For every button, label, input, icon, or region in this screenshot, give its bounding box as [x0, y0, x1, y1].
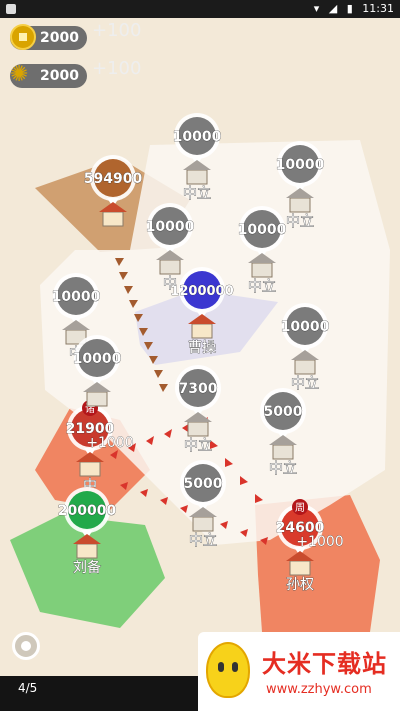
troop-bonus: +1000 — [296, 534, 343, 550]
city-label: 中立 — [291, 376, 319, 392]
food-counter: ✺ 2000 +100 — [10, 58, 141, 88]
egg-logo-icon — [206, 642, 250, 698]
wifi-icon: ▾ — [313, 2, 320, 15]
house-body — [187, 421, 209, 437]
house-body — [102, 211, 124, 227]
wheat-icon: ✺ — [10, 62, 29, 87]
house-body — [186, 169, 208, 185]
city-label: 曹操 — [188, 340, 216, 356]
menu-circle-button[interactable] — [12, 632, 40, 660]
house-body — [86, 391, 108, 407]
house-body — [191, 323, 213, 339]
troop-count: 10000 — [276, 157, 325, 173]
house-body — [272, 444, 294, 460]
city-label: 中立 — [183, 186, 211, 202]
lord-badge-char: 周 — [295, 502, 305, 514]
troop-count: 10000 — [173, 129, 222, 145]
city-label: 中立 — [286, 214, 314, 230]
troop-count: 5000 — [264, 404, 303, 420]
city-label: 中立 — [184, 438, 212, 454]
city-label: 中立 — [269, 461, 297, 477]
troop-count: 7300 — [179, 381, 218, 397]
troop-count: 10000 — [52, 289, 101, 305]
city-label: 中立 — [189, 533, 217, 549]
notification-icon — [6, 4, 16, 14]
gold-value: 2000 — [40, 30, 79, 46]
gold-counter: 2000 +100 — [10, 20, 141, 50]
watermark-logo: 大米下载站 www.zzhyw.com — [198, 632, 400, 711]
watermark-title: 大米下载站 — [262, 650, 387, 678]
city-label: 孙权 — [286, 577, 314, 593]
troop-count: 10000 — [73, 351, 122, 367]
house-body — [289, 560, 311, 576]
troop-count: 10000 — [238, 222, 287, 238]
city-label: 中 — [163, 276, 177, 292]
city-label: 中立 — [248, 279, 276, 295]
troop-count: 1200000 — [170, 284, 233, 299]
troop-count: 594900 — [84, 171, 143, 187]
status-bar: ▾ ◢ ▮ 11:31 — [0, 0, 400, 18]
troop-count: 5000 — [184, 476, 223, 492]
food-plus: +100 — [92, 58, 142, 79]
troop-count: 10000 — [146, 219, 195, 235]
house-body — [79, 461, 101, 477]
game-board[interactable]: 5949001200000曹操21900+1000诸中200000刘备24600… — [0, 18, 400, 676]
level-indicator: 4/5 — [18, 681, 38, 695]
house-body — [76, 543, 98, 559]
house-body — [294, 359, 316, 375]
gold-plus: +100 — [92, 20, 142, 41]
house-body — [159, 259, 181, 275]
house-body — [289, 197, 311, 213]
watermark-url: www.zzhyw.com — [266, 682, 372, 697]
clock-time: 11:31 — [362, 2, 394, 15]
city-label: 刘备 — [73, 559, 101, 576]
troop-count: 10000 — [281, 319, 330, 335]
status-right: ▾ ◢ ▮ 11:31 — [308, 2, 394, 15]
house-body — [251, 262, 273, 278]
coin-icon — [10, 24, 36, 50]
troop-count: 200000 — [58, 503, 117, 519]
battery-icon: ▮ — [346, 2, 353, 15]
signal-icon: ◢ — [328, 2, 338, 15]
troop-bonus: +1000 — [86, 435, 133, 451]
food-value: 2000 — [40, 68, 79, 84]
house-body — [192, 516, 214, 532]
